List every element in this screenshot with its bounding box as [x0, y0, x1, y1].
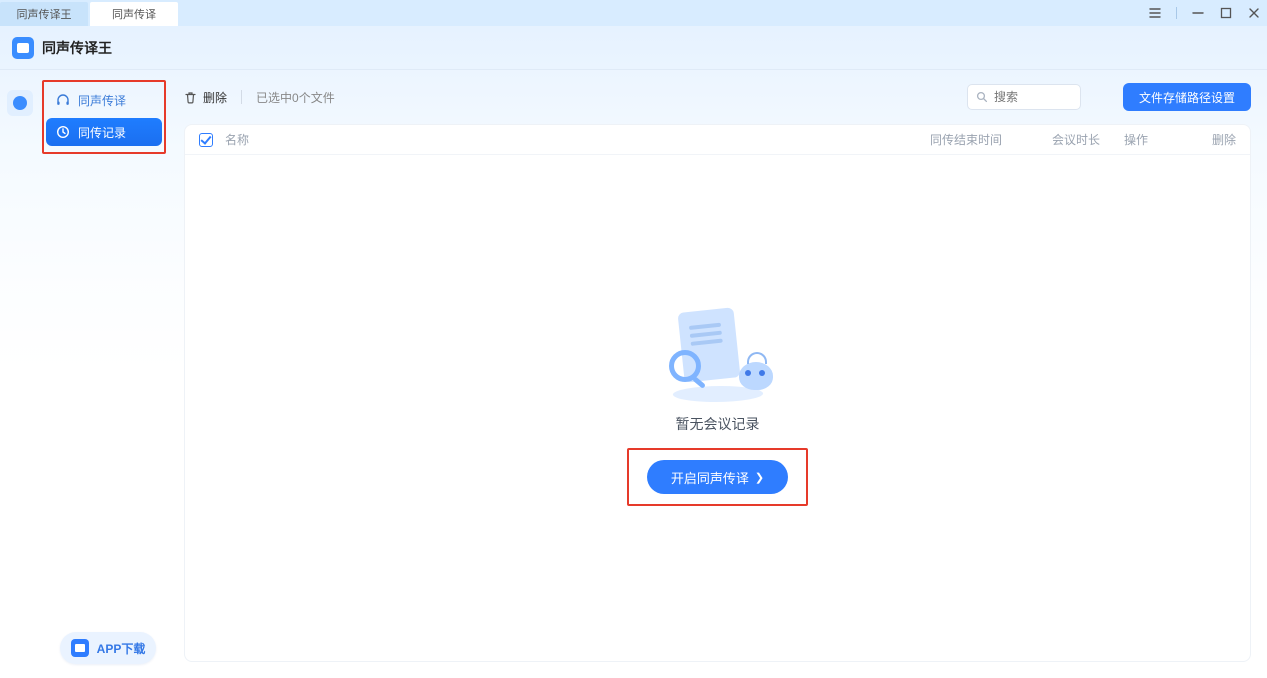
window-tab-label: 同声传译: [112, 6, 156, 22]
chevron-right-icon: ❯: [755, 471, 764, 484]
app-logo-icon: [12, 37, 34, 59]
separator: [1176, 7, 1177, 19]
start-highlight-frame: 开启同声传译 ❯: [627, 448, 808, 506]
window-tab-label: 同声传译王: [17, 6, 72, 22]
sidebar-item-records[interactable]: 同传记录: [46, 118, 162, 146]
column-operation: 操作: [1124, 131, 1184, 148]
app-title: 同声传译王: [42, 38, 112, 58]
title-bar: 同声传译王: [0, 26, 1267, 70]
main-area: 同声传译 同传记录 删除 已选中0个文件: [0, 70, 1267, 678]
start-translation-button[interactable]: 开启同声传译 ❯: [647, 460, 788, 494]
records-list: 名称 同传结束时间 会议时长 操作 删除 暂无会议记录 开启同声传译 ❯: [184, 124, 1251, 662]
storage-path-button[interactable]: 文件存储路径设置: [1123, 83, 1251, 111]
empty-text: 暂无会议记录: [676, 414, 760, 434]
headphones-icon: [56, 93, 70, 107]
select-all-checkbox[interactable]: [199, 133, 213, 147]
app-download-button[interactable]: APP下载: [60, 632, 156, 664]
sidebar-item-label: 同传记录: [78, 124, 126, 141]
menu-icon[interactable]: [1148, 6, 1162, 20]
column-duration: 会议时长: [1052, 131, 1112, 148]
sidebar: 同声传译 同传记录: [40, 70, 168, 678]
delete-button[interactable]: 删除: [184, 89, 227, 106]
search-icon: [976, 91, 988, 103]
search-input[interactable]: [994, 90, 1064, 104]
list-header: 名称 同传结束时间 会议时长 操作 删除: [185, 125, 1250, 155]
separator: [241, 90, 242, 104]
storage-path-label: 文件存储路径设置: [1139, 89, 1235, 106]
trash-icon: [184, 91, 197, 104]
search-input-wrapper[interactable]: [967, 84, 1081, 110]
start-button-label: 开启同声传译: [671, 468, 749, 487]
sidebar-item-label: 同声传译: [78, 92, 126, 109]
app-download-label: APP下载: [97, 640, 146, 657]
app-download-icon: [71, 639, 89, 657]
window-tab[interactable]: 同声传译王: [0, 2, 88, 26]
clock-icon: [56, 125, 70, 139]
content-panel: 删除 已选中0个文件 文件存储路径设置 名称 同传结束时间 会议时长 操作: [168, 70, 1267, 678]
delete-label: 删除: [203, 89, 227, 106]
column-end-time: 同传结束时间: [930, 131, 1040, 148]
empty-state: 暂无会议记录 开启同声传译 ❯: [185, 155, 1250, 661]
selected-count-text: 已选中0个文件: [256, 89, 335, 106]
minimize-button[interactable]: [1191, 6, 1205, 20]
window-controls: [1148, 0, 1261, 26]
sidebar-highlight-frame: 同声传译 同传记录: [42, 80, 166, 154]
toolbar: 删除 已选中0个文件 文件存储路径设置: [184, 82, 1251, 112]
maximize-button[interactable]: [1219, 6, 1233, 20]
close-button[interactable]: [1247, 6, 1261, 20]
sidebar-item-live[interactable]: 同声传译: [46, 86, 162, 114]
empty-illustration-icon: [663, 310, 773, 400]
column-delete: 删除: [1196, 131, 1236, 148]
window-tab[interactable]: 同声传译: [90, 2, 178, 26]
window-tab-strip: 同声传译王 同声传译: [0, 0, 1267, 26]
rail-translate-icon[interactable]: [7, 90, 33, 116]
column-name: 名称: [225, 131, 918, 148]
icon-rail: [0, 70, 40, 678]
